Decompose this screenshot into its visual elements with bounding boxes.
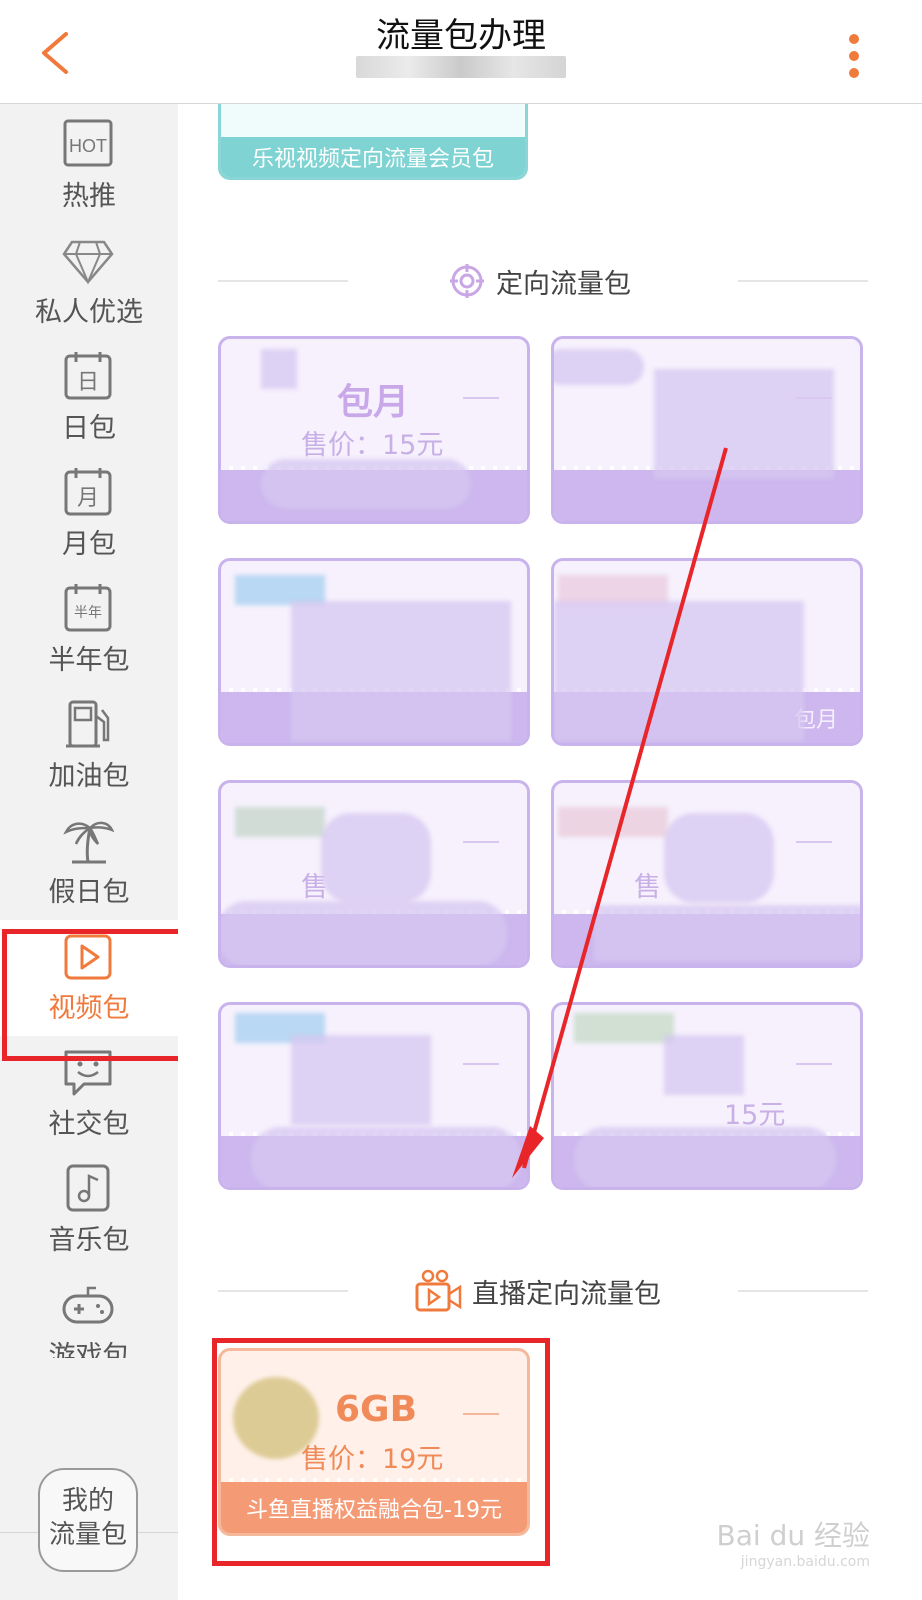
watermark-brand: Bai du 经验 bbox=[716, 1519, 870, 1552]
baidu-jingyan-watermark: Bai du 经验 jingyan.baidu.com bbox=[717, 1514, 870, 1570]
sidebar-item-fuel[interactable]: 加油包 bbox=[0, 688, 178, 804]
section-divider bbox=[738, 1290, 868, 1292]
page-title: 流量包办理 bbox=[376, 16, 546, 56]
svg-text:HOT: HOT bbox=[69, 136, 107, 156]
package-card-letv[interactable]: 乐视视频定向流量会员包 bbox=[218, 104, 528, 180]
package-card[interactable] bbox=[218, 1002, 530, 1190]
section-title-live: 直播定向流量包 bbox=[472, 1279, 661, 1310]
sidebar-item-holiday[interactable]: 假日包 bbox=[0, 804, 178, 920]
card-price: 售价：15元 bbox=[301, 430, 444, 461]
card-label: 乐视视频定向流量会员包 bbox=[221, 137, 525, 177]
svg-text:半年: 半年 bbox=[74, 605, 102, 621]
top-bar: 流量包办理 bbox=[0, 0, 922, 104]
my-package-button[interactable]: 我的 流量包 bbox=[38, 1468, 138, 1572]
watermark-url: jingyan.baidu.com bbox=[740, 1554, 870, 1570]
sidebar-item-music[interactable]: 音乐包 bbox=[0, 1152, 178, 1268]
sidebar-item-label: 加油包 bbox=[48, 761, 130, 792]
card-dash bbox=[796, 1063, 832, 1065]
section-title-directed: 定向流量包 bbox=[496, 269, 631, 300]
card-dash bbox=[463, 397, 499, 399]
redacted-content bbox=[664, 813, 774, 903]
sidebar-item-label: 音乐包 bbox=[48, 1225, 130, 1256]
sidebar-item-label: 私人优选 bbox=[35, 297, 143, 328]
sidebar-item-label: 社交包 bbox=[48, 1109, 130, 1140]
sidebar-item-label: 假日包 bbox=[48, 877, 130, 908]
music-note-icon bbox=[66, 1164, 110, 1212]
redacted-content bbox=[291, 601, 511, 741]
redacted-content bbox=[554, 601, 804, 741]
card-dash bbox=[463, 1063, 499, 1065]
sidebar-item-half-year[interactable]: 半年 半年包 bbox=[0, 572, 178, 688]
redacted-label bbox=[251, 1127, 521, 1187]
package-card[interactable]: 包月 bbox=[551, 558, 863, 746]
palm-tree-icon bbox=[63, 821, 114, 864]
card-dash bbox=[796, 397, 832, 399]
more-options-icon[interactable] bbox=[848, 34, 860, 82]
sidebar-item-game[interactable]: 游戏包 bbox=[0, 1268, 178, 1358]
sidebar-item-monthly[interactable]: 月 月包 bbox=[0, 456, 178, 572]
redacted-label bbox=[221, 901, 507, 965]
sidebar-item-private-pick[interactable]: 私人优选 bbox=[0, 224, 178, 340]
calendar-day-icon: 日 bbox=[64, 352, 112, 400]
card-price: 售 bbox=[634, 872, 661, 903]
svg-text:日: 日 bbox=[77, 370, 99, 395]
sidebar-item-label: 热推 bbox=[62, 181, 116, 212]
redacted-logo bbox=[235, 807, 325, 837]
card-size: 包月 bbox=[337, 382, 410, 423]
my-package-label: 我的 流量包 bbox=[48, 1486, 127, 1550]
redacted-label bbox=[574, 1127, 836, 1187]
redacted-logo bbox=[558, 807, 668, 837]
sidebar-item-label: 月包 bbox=[62, 529, 116, 560]
redacted-label bbox=[594, 905, 860, 961]
sidebar-item-label: 游戏包 bbox=[48, 1341, 130, 1358]
package-card[interactable]: 售 bbox=[218, 780, 530, 968]
gamepad-icon bbox=[62, 1286, 114, 1324]
redacted-logo bbox=[261, 349, 297, 389]
section-divider bbox=[218, 1290, 348, 1292]
redacted-content bbox=[291, 1035, 431, 1125]
diamond-icon bbox=[62, 240, 114, 285]
sidebar-item-label: 半年包 bbox=[48, 645, 130, 676]
section-divider bbox=[738, 280, 868, 282]
card-dash bbox=[796, 841, 832, 843]
hot-icon: HOT bbox=[63, 119, 113, 167]
calendar-halfyear-icon: 半年 bbox=[64, 584, 112, 632]
phone-number-redacted bbox=[356, 56, 566, 78]
camera-icon bbox=[415, 1269, 462, 1312]
section-divider bbox=[218, 280, 348, 282]
package-card[interactable] bbox=[218, 558, 530, 746]
card-top bbox=[221, 104, 525, 137]
redacted-content bbox=[654, 369, 834, 479]
sidebar-item-hot[interactable]: HOT 热推 bbox=[0, 108, 178, 224]
redacted-label bbox=[261, 459, 471, 509]
redacted-content bbox=[664, 1035, 744, 1095]
category-sidebar: HOT 热推 私人优选 日 日包 月 月包 半年 半年包 加油包 假日包 视频包… bbox=[0, 104, 178, 1600]
redacted-logo bbox=[554, 349, 644, 385]
package-card[interactable]: 售 bbox=[551, 780, 863, 968]
annotation-highlight-box bbox=[212, 1338, 550, 1566]
target-icon bbox=[450, 264, 484, 298]
redacted-logo bbox=[574, 1013, 674, 1043]
redacted-content bbox=[321, 813, 431, 903]
fuel-icon bbox=[66, 700, 110, 748]
svg-text:月: 月 bbox=[77, 486, 99, 511]
sidebar-item-label: 日包 bbox=[62, 413, 116, 444]
package-card[interactable]: 15元 bbox=[551, 1002, 863, 1190]
package-card[interactable] bbox=[551, 336, 863, 524]
sidebar-item-daily[interactable]: 日 日包 bbox=[0, 340, 178, 456]
calendar-month-icon: 月 bbox=[64, 468, 112, 516]
card-dash bbox=[463, 841, 499, 843]
package-card[interactable]: 包月 售价：15元 bbox=[218, 336, 530, 524]
